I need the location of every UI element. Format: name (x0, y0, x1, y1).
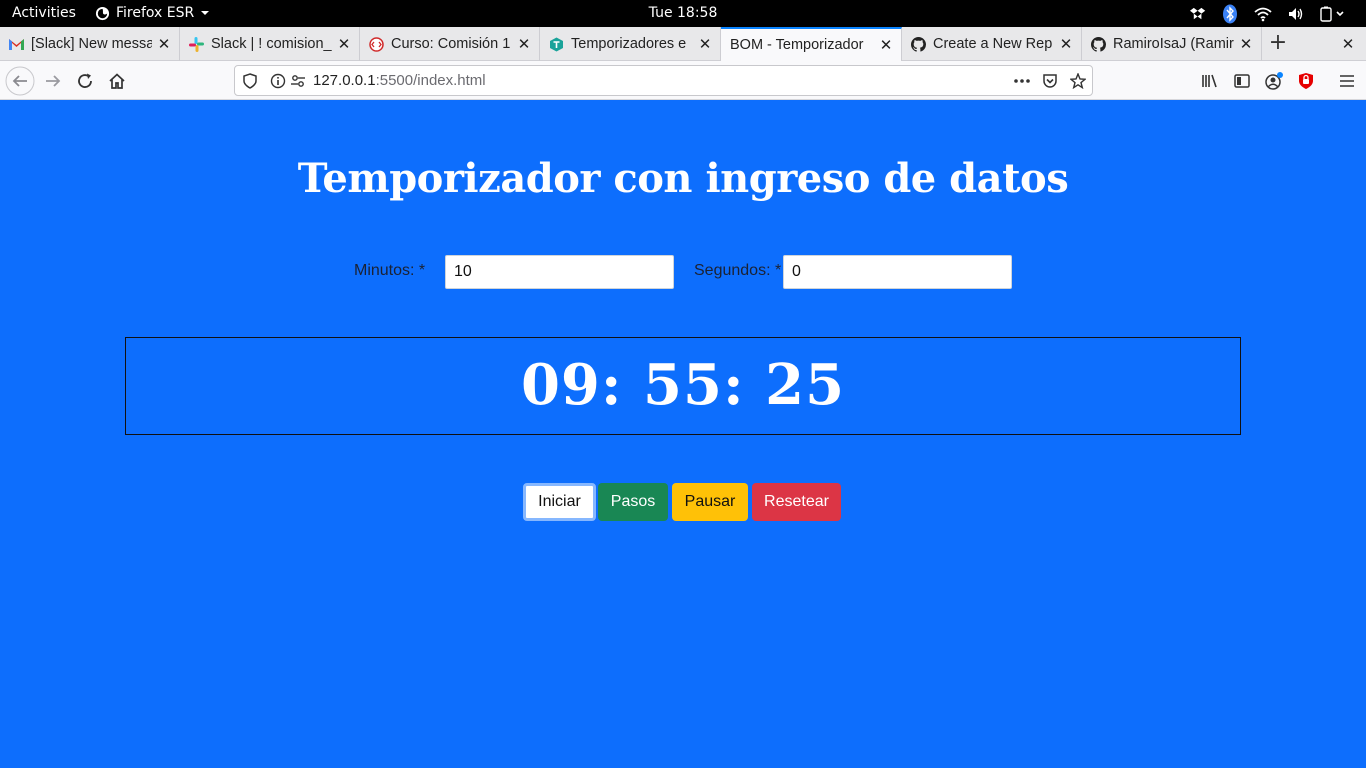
tab-bom-temporizador[interactable]: BOM - Temporizador ✕ (721, 27, 902, 61)
clock[interactable]: Tue 18:58 (649, 5, 718, 21)
tab-title: RamiroIsaJ (Ramir (1113, 36, 1234, 52)
battery-menu-icon[interactable] (1320, 6, 1346, 22)
pause-button[interactable]: Pausar (672, 483, 748, 521)
start-button[interactable]: Iniciar (523, 483, 596, 521)
tab-close-icon[interactable]: ✕ (152, 35, 176, 53)
chevron-down-icon (201, 11, 210, 15)
gmail-icon (9, 37, 24, 52)
ublock-button[interactable] (1290, 65, 1322, 97)
permissions-icon[interactable] (289, 72, 307, 90)
url-text[interactable]: 127.0.0.1:5500/index.html (313, 72, 486, 89)
url-bar[interactable]: 127.0.0.1:5500/index.html (234, 65, 1093, 96)
back-arrow-icon (5, 66, 35, 96)
seconds-label: Segundos: * (694, 262, 782, 279)
teal-icon (549, 37, 564, 52)
tab-title: [Slack] New messa (31, 36, 152, 52)
new-tab-button[interactable]: + (1262, 27, 1294, 61)
app-name: Firefox ESR (116, 5, 195, 21)
tab-strip: [Slack] New messa ✕ Slack | ! comision_ … (0, 27, 1366, 61)
tab-create-repo[interactable]: Create a New Rep ✕ (902, 27, 1082, 61)
activities-button[interactable]: Activities (12, 5, 76, 21)
sidebar-button[interactable] (1226, 65, 1258, 97)
account-button[interactable] (1258, 65, 1290, 97)
forward-arrow-icon (46, 75, 61, 87)
page-actions-icon[interactable] (1013, 72, 1031, 90)
home-button[interactable] (101, 65, 133, 97)
tab-close-icon[interactable]: ✕ (874, 36, 898, 54)
bookmark-star-icon[interactable] (1069, 72, 1087, 90)
reload-icon (78, 73, 92, 88)
firefox-icon (95, 6, 110, 20)
app-menu[interactable]: Firefox ESR (95, 5, 210, 21)
tab-close-icon[interactable]: ✕ (693, 35, 717, 53)
tab-github-profile[interactable]: RamiroIsaJ (Ramir ✕ (1082, 27, 1262, 61)
home-icon (109, 73, 125, 89)
volume-icon[interactable] (1288, 6, 1304, 22)
tab-title: BOM - Temporizador (730, 37, 864, 53)
bluetooth-icon[interactable] (1222, 4, 1238, 24)
pocket-icon[interactable] (1041, 72, 1059, 90)
minutes-input[interactable]: 10 (445, 255, 674, 289)
navigation-bar: 127.0.0.1:5500/index.html (0, 61, 1366, 100)
info-icon[interactable] (269, 72, 287, 90)
page-title: Temporizador con ingreso de datos (297, 155, 1069, 202)
library-button[interactable] (1194, 65, 1226, 97)
tab-temporizadores[interactable]: Temporizadores e ✕ (540, 27, 721, 61)
tab-close-icon[interactable]: ✕ (1054, 35, 1078, 53)
forward-button[interactable] (37, 65, 69, 97)
tab-close-icon[interactable]: ✕ (512, 35, 536, 53)
ublock-shield-icon (1299, 73, 1313, 89)
sidebar-icon (1234, 74, 1250, 88)
url-path: :5500/index.html (375, 72, 486, 89)
dropbox-icon[interactable] (1190, 6, 1206, 22)
reload-button[interactable] (69, 65, 101, 97)
tab-title: Create a New Rep (933, 36, 1053, 52)
timer-value: 09: 55: 25 (520, 352, 846, 418)
tab-title: Curso: Comisión 1 (391, 36, 511, 52)
close-window-icon[interactable]: ✕ (1336, 27, 1360, 61)
tab-title: Slack | ! comision_ (211, 36, 332, 52)
system-top-bar: Activities Firefox ESR Tue 18:58 (0, 0, 1366, 27)
tracking-shield-icon[interactable] (241, 72, 259, 90)
wifi-icon[interactable] (1254, 6, 1272, 22)
tab-title: Temporizadores e (571, 36, 687, 52)
tab-slack-comision[interactable]: Slack | ! comision_ ✕ (180, 27, 360, 61)
reset-button[interactable]: Resetear (752, 483, 841, 521)
github-icon (911, 36, 926, 52)
account-icon (1265, 72, 1283, 90)
tab-slack-gmail[interactable]: [Slack] New messa ✕ (0, 27, 180, 61)
page-content: Temporizador con ingreso de datos Minuto… (0, 101, 1366, 768)
course-icon (369, 36, 384, 52)
timer-display: 09: 55: 25 (125, 337, 1241, 435)
tab-close-icon[interactable]: ✕ (1234, 35, 1258, 53)
menu-button[interactable] (1331, 65, 1363, 97)
system-tray[interactable] (1190, 4, 1346, 24)
plus-icon: + (1268, 30, 1288, 55)
slack-icon (189, 36, 204, 52)
tab-close-icon[interactable]: ✕ (332, 35, 356, 53)
steps-button[interactable]: Pasos (598, 483, 668, 521)
tab-curso[interactable]: Curso: Comisión 1 ✕ (360, 27, 540, 61)
hamburger-menu-icon (1340, 75, 1354, 87)
back-button[interactable] (4, 65, 36, 97)
url-host: 127.0.0.1 (313, 72, 376, 89)
github-icon (1091, 36, 1106, 52)
minutes-label: Minutos: * (354, 262, 426, 279)
library-icon (1202, 74, 1217, 88)
seconds-input[interactable]: 0 (783, 255, 1012, 289)
